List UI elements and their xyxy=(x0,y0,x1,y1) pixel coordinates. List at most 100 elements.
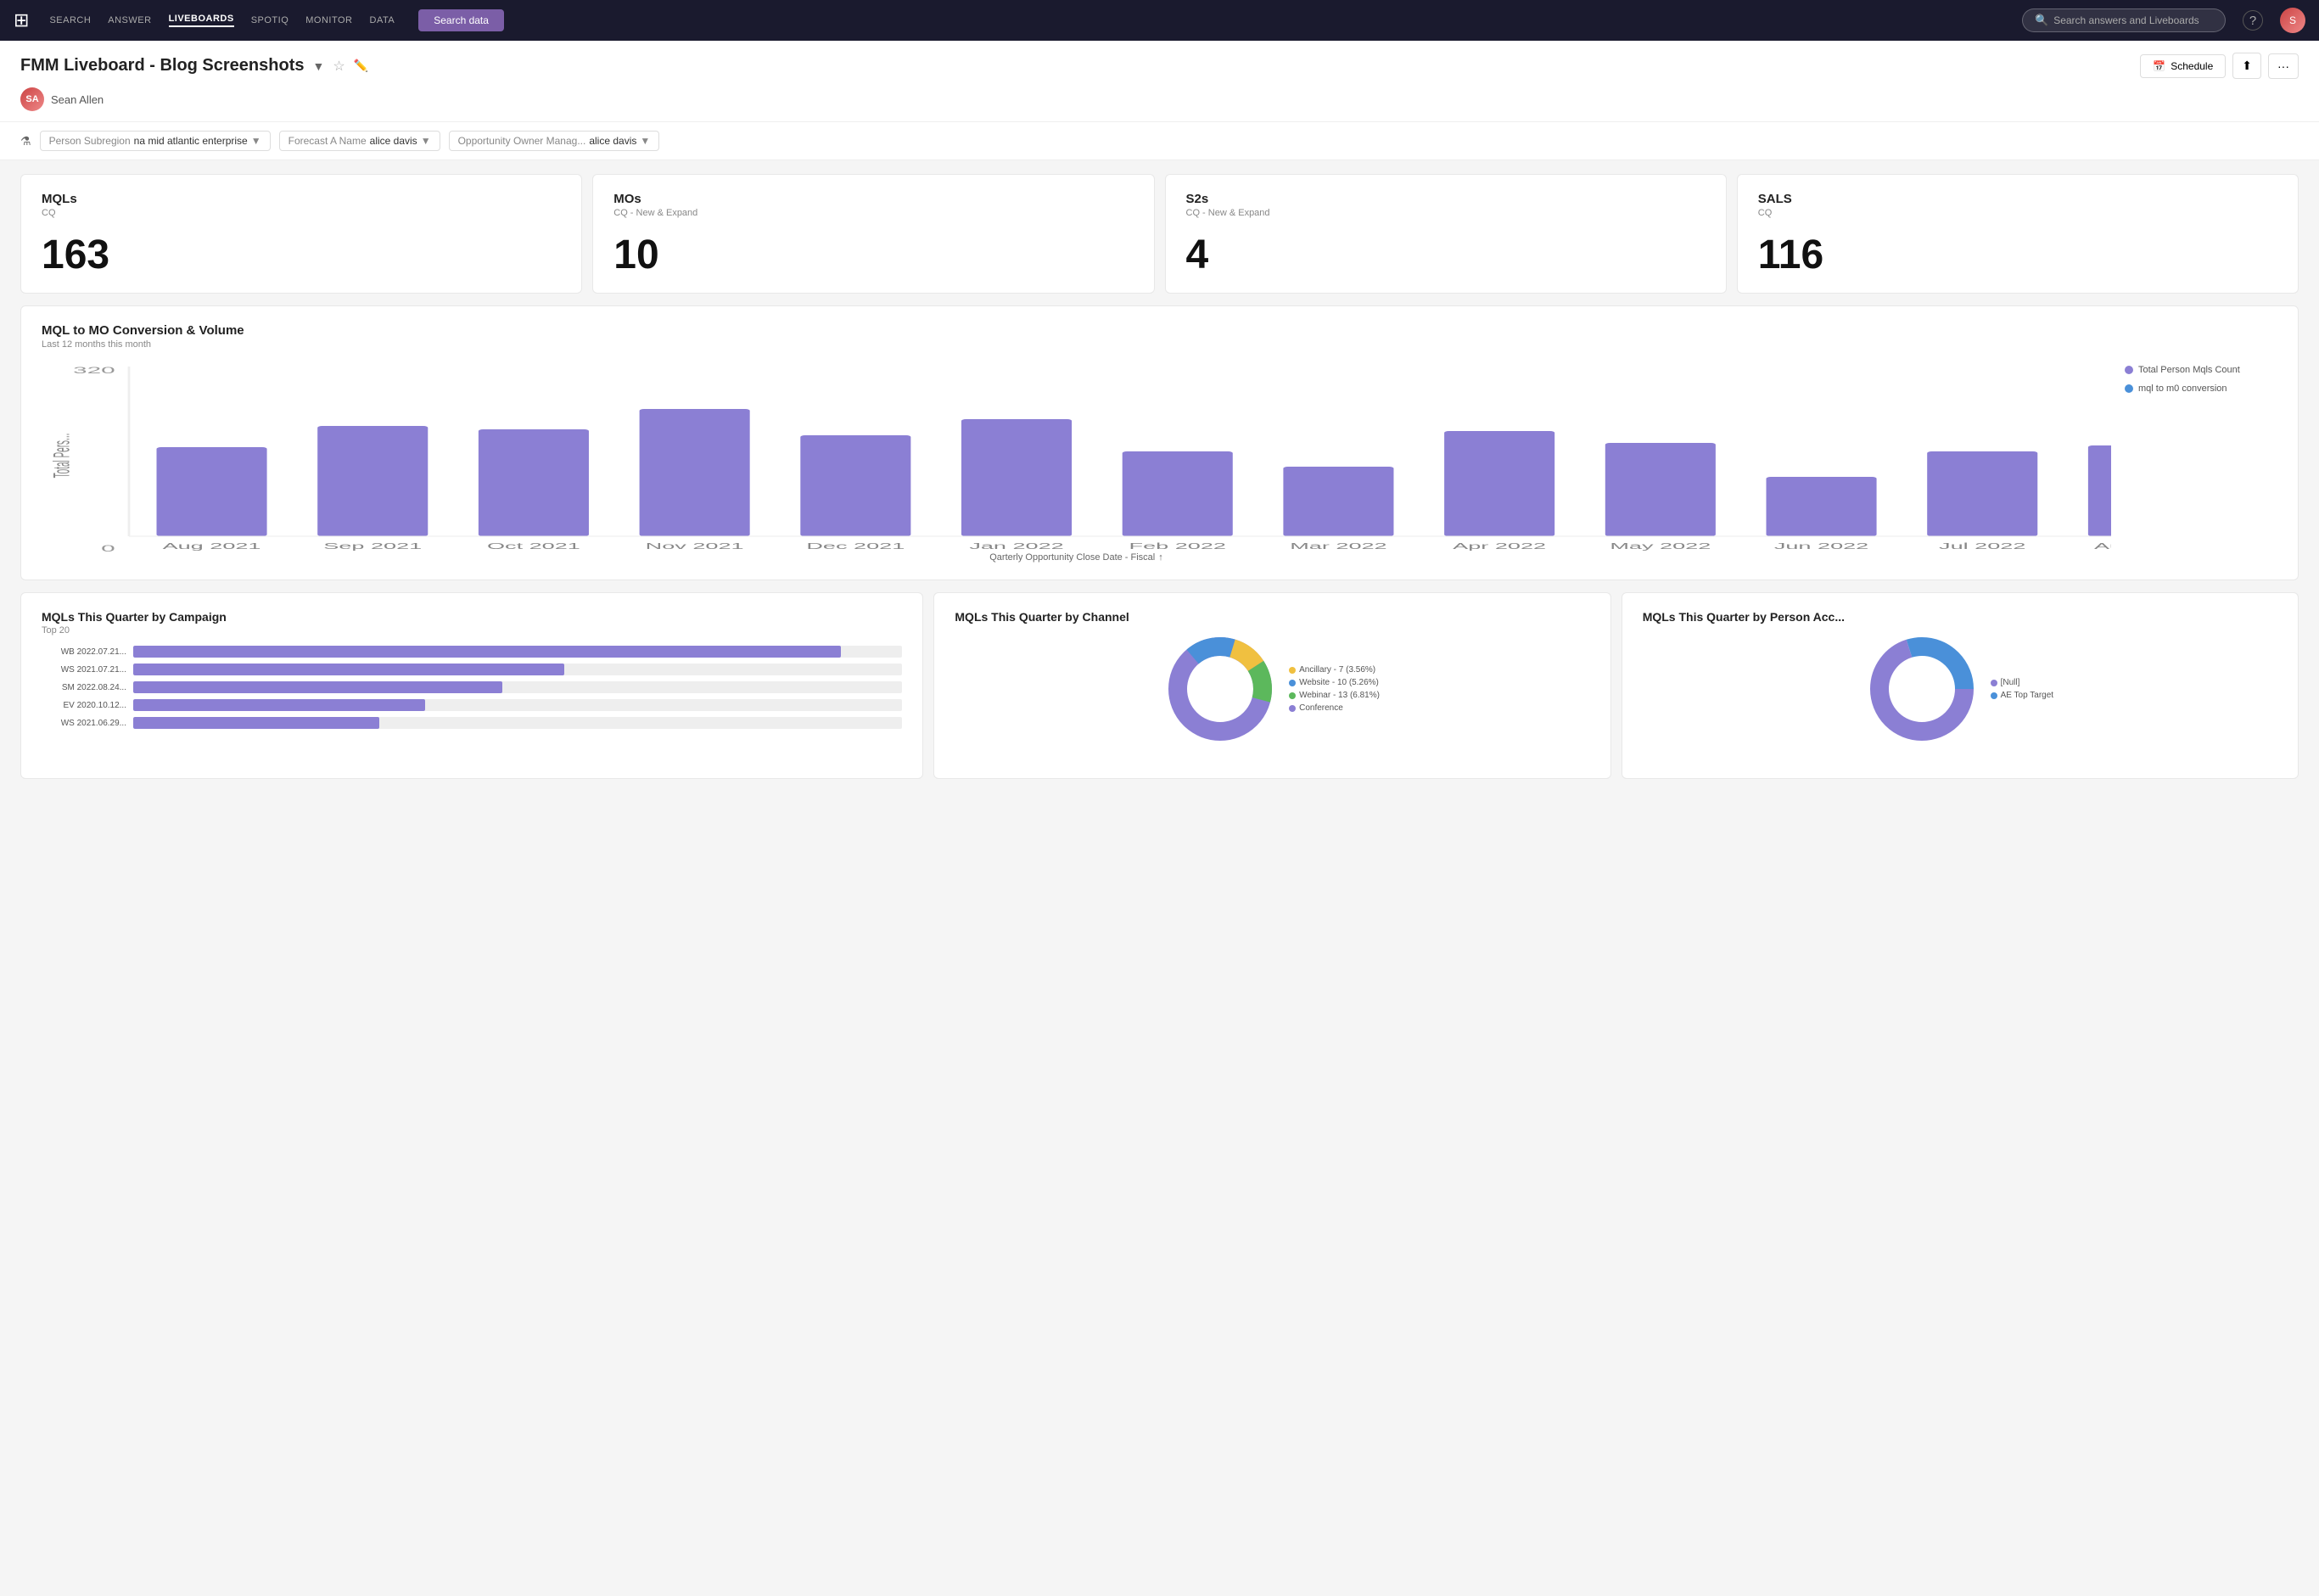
export-button[interactable]: ⬆ xyxy=(2232,53,2261,79)
kpi-card-sals: SALS CQ 116 xyxy=(1737,174,2299,294)
kpi-sub-3: CQ xyxy=(1758,208,2277,218)
hbar-label-2: SM 2022.08.24... xyxy=(42,683,126,692)
kpi-card-mos: MOs CQ - New & Expand 10 xyxy=(592,174,1154,294)
person-donut-svg xyxy=(1867,634,1977,744)
svg-text:Aug 2021: Aug 2021 xyxy=(163,542,261,552)
svg-text:320: 320 xyxy=(73,365,115,375)
kpi-row: MQLs CQ 163 MOs CQ - New & Expand 10 S2s… xyxy=(20,174,2299,294)
svg-text:Feb 2022: Feb 2022 xyxy=(1129,542,1226,552)
filter-label-1: Forecast A Name xyxy=(288,135,367,147)
author-name: Sean Allen xyxy=(51,93,104,106)
legend-dot-1 xyxy=(2125,384,2133,393)
filter-dropdown-icon-1: ▼ xyxy=(421,135,431,147)
svg-text:Mar 2022: Mar 2022 xyxy=(1290,542,1386,552)
bar-chart-title: MQL to MO Conversion & Volume xyxy=(42,323,2277,338)
channel-chart-card: MQLs This Quarter by Channel Ancillary -… xyxy=(933,592,1610,779)
kpi-value-2: 4 xyxy=(1186,235,1706,276)
nav-item-spotiq[interactable]: SPOTIQ xyxy=(251,15,289,25)
kpi-value-1: 10 xyxy=(613,235,1133,276)
svg-text:Jan 2022: Jan 2022 xyxy=(969,542,1063,552)
hbar-label-0: WB 2022.07.21... xyxy=(42,647,126,657)
svg-text:Nov 2021: Nov 2021 xyxy=(646,542,744,552)
kpi-value-0: 163 xyxy=(42,235,561,276)
filters-bar: ⚗ Person Subregion na mid atlantic enter… xyxy=(0,122,2319,160)
hbar-row-4: WS 2021.06.29... xyxy=(42,717,902,729)
nav-item-answer[interactable]: ANSWER xyxy=(108,15,151,25)
kpi-card-mqls: MQLs CQ 163 xyxy=(20,174,582,294)
star-icon[interactable]: ☆ xyxy=(333,58,344,75)
svg-text:Aug 2022: Aug 2022 xyxy=(2094,542,2111,552)
channel-chart-title: MQLs This Quarter by Channel xyxy=(955,610,1589,624)
search-icon: 🔍 xyxy=(2035,14,2048,27)
person-chart-title: MQLs This Quarter by Person Acc... xyxy=(1643,610,2277,624)
person-chart-card: MQLs This Quarter by Person Acc... [Null… xyxy=(1622,592,2299,779)
filter-value-2: alice davis xyxy=(589,135,636,147)
channel-donut-svg xyxy=(1165,634,1275,744)
liveboard-title: FMM Liveboard - Blog Screenshots xyxy=(20,56,304,76)
schedule-button[interactable]: 📅 Schedule xyxy=(2140,54,2226,78)
nav-item-search[interactable]: SEARCH xyxy=(49,15,91,25)
schedule-icon: 📅 xyxy=(2153,60,2165,72)
sort-icon[interactable]: ↑ xyxy=(1158,552,1163,563)
hbar-row-0: WB 2022.07.21... xyxy=(42,646,902,658)
svg-text:Sep 2021: Sep 2021 xyxy=(323,542,422,552)
kpi-card-s2s: S2s CQ - New & Expand 4 xyxy=(1165,174,1727,294)
campaign-chart-title: MQLs This Quarter by Campaign xyxy=(42,610,902,624)
hbar-row-1: WS 2021.07.21... xyxy=(42,664,902,675)
x-axis-title: Qarterly Opportunity Close Date - Fiscal… xyxy=(42,552,2111,563)
hbar-label-1: WS 2021.07.21... xyxy=(42,665,126,675)
hbar-label-3: EV 2020.10.12... xyxy=(42,701,126,710)
bar-chart-svg: 320 0 xyxy=(42,358,2111,553)
filter-value-1: alice davis xyxy=(370,135,417,147)
search-data-button[interactable]: Search data xyxy=(418,9,504,31)
kpi-title-3: SALS xyxy=(1758,192,2277,206)
kpi-value-3: 116 xyxy=(1758,235,2277,276)
kpi-title-2: S2s xyxy=(1186,192,1706,206)
help-icon[interactable]: ? xyxy=(2243,10,2263,31)
nav-item-liveboards[interactable]: LIVEBOARDS xyxy=(169,14,234,27)
chart-legend: Total Person Mqls Count mql to m0 conver… xyxy=(2125,358,2277,563)
navbar: ⊞ SEARCH ANSWER LIVEBOARDS SPOTIQ MONITO… xyxy=(0,0,2319,41)
bottom-row: MQLs This Quarter by Campaign Top 20 WB … xyxy=(20,592,2299,779)
hbar-row-3: EV 2020.10.12... xyxy=(42,699,902,711)
liveboard-dropdown-icon[interactable]: ▼ xyxy=(312,59,324,73)
campaign-chart-card: MQLs This Quarter by Campaign Top 20 WB … xyxy=(20,592,923,779)
svg-text:Apr 2022: Apr 2022 xyxy=(1453,542,1546,552)
user-avatar[interactable]: S xyxy=(2280,8,2305,33)
legend-dot-0 xyxy=(2125,366,2133,374)
kpi-sub-2: CQ - New & Expand xyxy=(1186,208,1706,218)
logo-icon: ⊞ xyxy=(14,9,29,31)
bar-chart-subtitle: Last 12 months this month xyxy=(42,339,2277,350)
kpi-title-0: MQLs xyxy=(42,192,561,206)
page-header: FMM Liveboard - Blog Screenshots ▼ ☆ ✏️ … xyxy=(0,41,2319,122)
filter-dropdown-icon-0: ▼ xyxy=(251,135,261,147)
filter-label-0: Person Subregion xyxy=(49,135,131,147)
kpi-title-1: MOs xyxy=(613,192,1133,206)
svg-text:0: 0 xyxy=(101,543,115,553)
filter-value-0: na mid atlantic enterprise xyxy=(134,135,248,147)
bar-chart-card: MQL to MO Conversion & Volume Last 12 mo… xyxy=(20,305,2299,580)
filter-dropdown-icon-2: ▼ xyxy=(640,135,650,147)
svg-text:Dec 2021: Dec 2021 xyxy=(806,542,905,552)
svg-text:May 2022: May 2022 xyxy=(1610,542,1711,552)
svg-text:Oct 2021: Oct 2021 xyxy=(487,542,580,552)
nav-item-monitor[interactable]: MONITOR xyxy=(305,15,352,25)
search-input-placeholder: Search answers and Liveboards xyxy=(2053,14,2199,26)
filter-label-2: Opportunity Owner Manag... xyxy=(458,135,586,147)
filter-chip-2[interactable]: Opportunity Owner Manag... alice davis ▼ xyxy=(449,131,660,151)
search-bar[interactable]: 🔍 Search answers and Liveboards xyxy=(2022,8,2226,32)
edit-icon[interactable]: ✏️ xyxy=(354,59,368,73)
hbar-label-4: WS 2021.06.29... xyxy=(42,719,126,728)
main-content: MQLs CQ 163 MOs CQ - New & Expand 10 S2s… xyxy=(0,160,2319,1596)
svg-text:Jul 2022: Jul 2022 xyxy=(1939,542,2025,552)
filter-chip-1[interactable]: Forecast A Name alice davis ▼ xyxy=(279,131,440,151)
more-options-button[interactable]: ··· xyxy=(2268,53,2299,79)
filter-chip-0[interactable]: Person Subregion na mid atlantic enterpr… xyxy=(40,131,271,151)
legend-label-1: mql to m0 conversion xyxy=(2138,384,2227,394)
kpi-sub-0: CQ xyxy=(42,208,561,218)
filter-icon: ⚗ xyxy=(20,134,31,148)
campaign-chart-sub: Top 20 xyxy=(42,625,902,636)
nav-item-data[interactable]: DATA xyxy=(370,15,395,25)
author-avatar: SA xyxy=(20,87,44,111)
svg-text:Jun 2022: Jun 2022 xyxy=(1774,542,1868,552)
